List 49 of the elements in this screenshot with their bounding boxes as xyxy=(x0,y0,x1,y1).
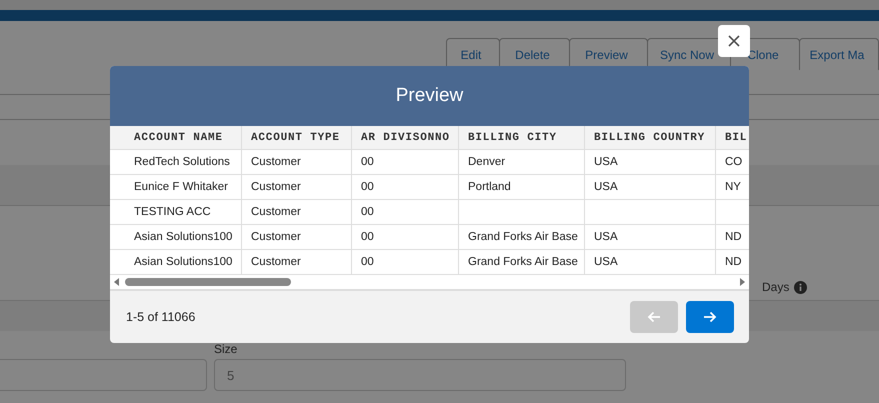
table-cell: ND xyxy=(725,231,742,243)
info-icon xyxy=(794,280,808,294)
table-cell: ND xyxy=(725,256,742,268)
table-cell: Customer xyxy=(251,231,301,243)
table-cell: CO xyxy=(725,156,742,168)
column-header: ACCOUNT TYPE xyxy=(242,126,352,149)
size-field[interactable]: 5 xyxy=(214,359,626,391)
dialog-title: Preview xyxy=(396,85,464,107)
table-cell: Customer xyxy=(251,256,301,268)
field-label: Size xyxy=(214,342,238,356)
table-cell: RedTech Solutions xyxy=(134,156,230,168)
table-cell: TESTING ACC xyxy=(134,206,211,218)
scroll-left-icon[interactable] xyxy=(113,277,121,287)
table-cell: USA xyxy=(594,256,618,268)
field-label: Days xyxy=(762,280,790,294)
table-cell: 00 xyxy=(361,206,374,218)
table-cell: USA xyxy=(594,231,618,243)
column-header: BILLING COUNTRY xyxy=(585,126,716,149)
table-cell: Customer xyxy=(251,206,301,218)
table-cell: Grand Forks Air Base xyxy=(468,231,578,243)
table-cell: Denver xyxy=(468,156,506,168)
table-cell: Customer xyxy=(251,156,301,168)
table-cell: Grand Forks Air Base xyxy=(468,256,578,268)
table-cell: 00 xyxy=(361,231,374,243)
table-cell: Asian Solutions100 xyxy=(134,231,232,243)
next-button[interactable] xyxy=(686,301,734,333)
left-arrow-icon xyxy=(647,311,661,323)
table-cell: Portland xyxy=(468,181,511,193)
table-cell: NY xyxy=(725,181,741,193)
toolbar-button[interactable]: Export Ma xyxy=(799,38,879,70)
scroll-thumb[interactable] xyxy=(125,278,291,286)
column-header: BILLING CITY xyxy=(459,126,585,149)
close-icon xyxy=(728,35,740,47)
close-button[interactable] xyxy=(718,25,750,57)
column-header: BIL xyxy=(724,130,748,146)
right-arrow-icon xyxy=(703,311,717,323)
scroll-right-icon[interactable] xyxy=(738,277,746,287)
column-header: ACCOUNT NAME xyxy=(110,126,242,149)
table-cell: 00 xyxy=(361,181,374,193)
table-cell: 00 xyxy=(361,156,374,168)
table-cell: Eunice F Whitaker xyxy=(134,181,228,193)
table-cell: USA xyxy=(594,156,618,168)
column-header: AR DIVISONNO xyxy=(352,126,459,149)
table-cell: USA xyxy=(594,181,618,193)
table-cell: Customer xyxy=(251,181,301,193)
table-cell: Asian Solutions100 xyxy=(134,256,232,268)
record-count: 1-5 of 11066 xyxy=(126,310,196,324)
input-field[interactable] xyxy=(0,359,207,391)
table-cell: 00 xyxy=(361,256,374,268)
